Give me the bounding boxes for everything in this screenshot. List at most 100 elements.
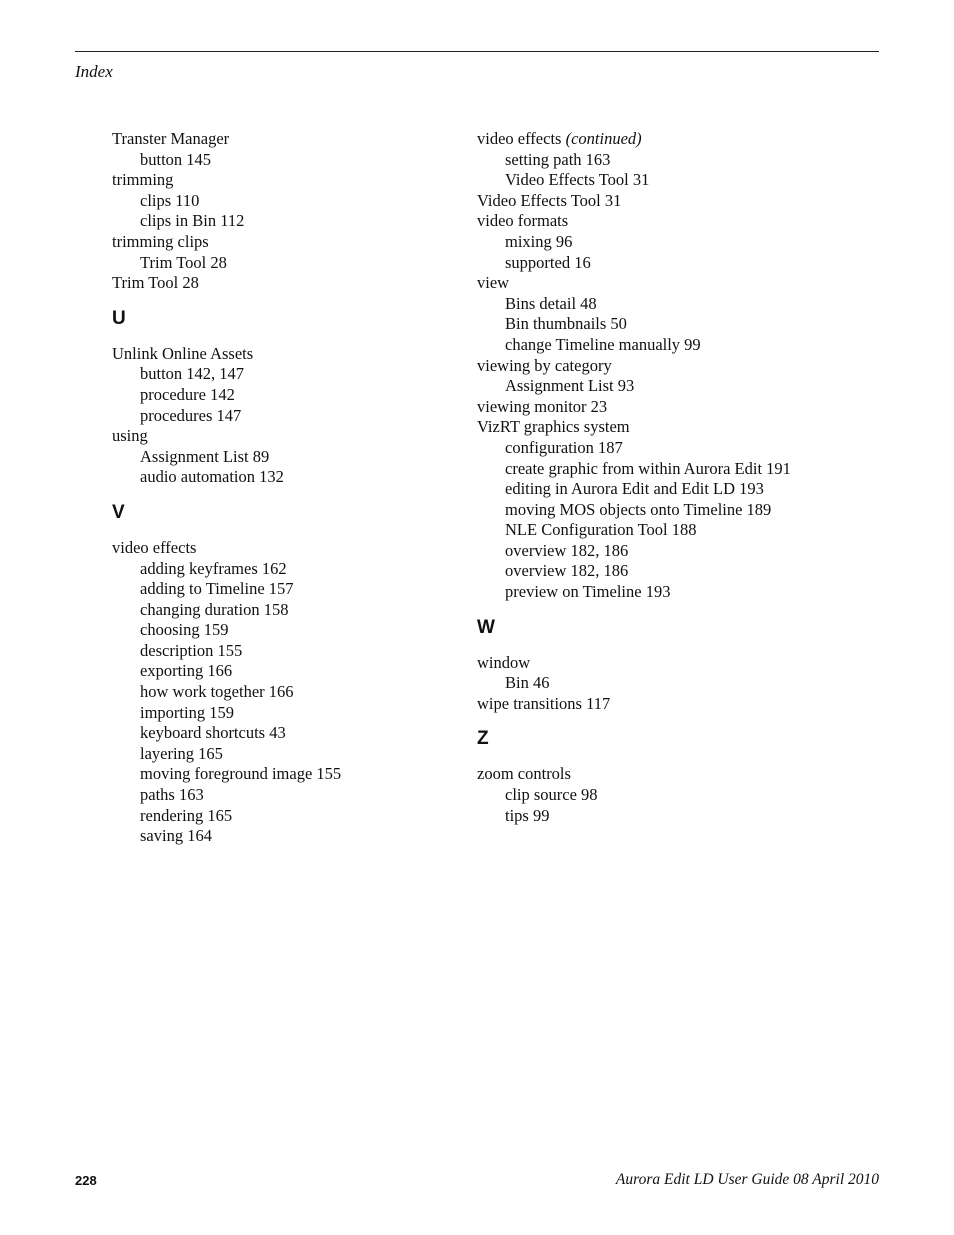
entry-text: clips 110 xyxy=(140,190,200,210)
index-subentry: importing 159 xyxy=(112,703,341,724)
entry-text: overview 182, 186 xyxy=(505,561,629,581)
entry-text: clips in Bin 112 xyxy=(140,211,245,231)
index-subentry: tips 99 xyxy=(477,806,791,827)
index-entry: video effects xyxy=(112,538,341,559)
index-subentry: moving MOS objects onto Timeline 189 xyxy=(477,500,791,521)
index-entry: zoom controls xyxy=(477,764,791,785)
index-subentry: setting path 163 xyxy=(477,150,791,171)
index-subentry: supported 16 xyxy=(477,253,791,274)
entry-text: setting path 163 xyxy=(505,149,611,169)
index-subentry: create graphic from within Aurora Edit 1… xyxy=(477,459,791,480)
index-subentry: button 142, 147 xyxy=(112,364,341,385)
continued-label: (continued) xyxy=(565,129,642,148)
index-section-v: Vvideo effects adding keyframes 162 adding… xyxy=(112,501,342,847)
entry-text: viewing by category xyxy=(477,355,612,375)
index-subentry: Bins detail 48 xyxy=(477,294,791,315)
entry-text: Assignment List 93 xyxy=(505,376,635,396)
index-subentry: Assignment List 93 xyxy=(477,376,791,397)
index-subentry: Bin 46 xyxy=(477,673,791,694)
index-entry: wipe transitions 117 xyxy=(477,694,791,715)
entry-text: Unlink Online Assets xyxy=(112,343,254,363)
index-section-z: Zzoom controls clip source 98 tips 99 xyxy=(477,729,791,826)
entry-text: changing duration 158 xyxy=(140,599,289,619)
entry-text: configuration 187 xyxy=(505,437,623,457)
index-subentry: NLE Configuration Tool 188 xyxy=(477,520,791,541)
entry-text: video effects xyxy=(112,537,197,557)
section-letter-heading: U xyxy=(112,307,126,329)
index-subentry: procedure 142 xyxy=(112,385,341,406)
index-subentry: saving 164 xyxy=(112,826,341,847)
page-number: 228 xyxy=(75,1173,97,1188)
entry-text: using xyxy=(112,426,148,446)
entry-text: rendering 165 xyxy=(140,805,233,825)
header-rule xyxy=(75,51,879,52)
index-subentry: clip source 98 xyxy=(477,785,791,806)
entry-text: saving 164 xyxy=(140,826,212,846)
entry-text: Assignment List 89 xyxy=(140,446,270,466)
entry-text: button 142, 147 xyxy=(140,364,245,384)
entry-text: Video Effects Tool 31 xyxy=(477,190,622,210)
entry-text: supported 16 xyxy=(505,252,591,272)
entry-text: paths 163 xyxy=(140,785,204,805)
entry-text: clip source 98 xyxy=(505,785,598,805)
index-subentry: choosing 159 xyxy=(112,620,341,641)
index-entry: Transter Manager xyxy=(112,129,341,150)
index-subentry: keyboard shortcuts 43 xyxy=(112,723,341,744)
index-subentry: button 145 xyxy=(112,150,341,171)
entry-text: button 145 xyxy=(140,149,212,169)
entry-text: moving MOS objects onto Timeline 189 xyxy=(505,499,772,519)
index-entry: video effects (continued) xyxy=(477,129,791,150)
index-subentry: Video Effects Tool 31 xyxy=(477,170,791,191)
entry-text: exporting 166 xyxy=(140,661,233,681)
index-subentry: layering 165 xyxy=(112,744,341,765)
entry-text: view xyxy=(477,273,510,293)
index-entry: view xyxy=(477,273,791,294)
section-letter-heading: Z xyxy=(477,728,489,750)
index-subentry: adding keyframes 162 xyxy=(112,559,341,580)
entry-text: adding to Timeline 157 xyxy=(140,579,294,599)
index-column-right: video effects (continued) setting path 16… xyxy=(477,129,791,826)
document-title: Aurora Edit LD User Guide 08 April 2010 xyxy=(615,1171,879,1188)
entry-text: keyboard shortcuts 43 xyxy=(140,723,286,743)
index-subentry: changing duration 158 xyxy=(112,600,341,621)
entry-text: procedure 142 xyxy=(140,384,235,404)
entry-text: Trim Tool 28 xyxy=(140,252,227,272)
entry-text: audio automation 132 xyxy=(140,467,284,487)
entry-text: how work together 166 xyxy=(140,682,294,702)
entry-text: importing 159 xyxy=(140,702,234,722)
index-subentry: clips 110 xyxy=(112,191,341,212)
entry-text: Transter Manager xyxy=(112,129,230,148)
entry-text: editing in Aurora Edit and Edit LD 193 xyxy=(505,479,764,499)
index-section-continued: Transter Manager button 145 trimming clips … xyxy=(112,129,341,294)
index-subentry: mixing 96 xyxy=(477,232,791,253)
index-subentry: Bin thumbnails 50 xyxy=(477,314,791,335)
entry-text: moving foreground image 155 xyxy=(140,764,342,784)
index-entry: trimming clips xyxy=(112,232,341,253)
entry-text: change Timeline manually 99 xyxy=(505,334,701,354)
entry-text: trimming clips xyxy=(112,231,209,251)
index-entry: viewing by category xyxy=(477,356,791,377)
section-letter-heading: V xyxy=(112,501,125,523)
entry-text: trimming xyxy=(112,170,174,190)
entry-text: tips 99 xyxy=(505,805,550,825)
entry-text: VizRT graphics system xyxy=(477,417,630,437)
index-subentry: paths 163 xyxy=(112,785,341,806)
index-subentry: overview 182, 186 xyxy=(477,541,791,562)
entry-text: Bins detail 48 xyxy=(505,293,597,313)
entry-text: Video Effects Tool 31 xyxy=(505,170,650,190)
index-subentry: how work together 166 xyxy=(112,682,341,703)
index-subentry: Trim Tool 28 xyxy=(112,253,341,274)
index-column-left: Transter Manager button 145 trimming clips … xyxy=(112,129,341,847)
entry-text: Trim Tool 28 xyxy=(112,273,199,293)
entry-text: video effects xyxy=(477,129,562,148)
index-entry: using xyxy=(112,426,341,447)
entry-text: overview 182, 186 xyxy=(505,540,629,560)
section-letter-heading: W xyxy=(477,616,495,638)
entry-text: mixing 96 xyxy=(505,231,573,251)
entry-text: create graphic from within Aurora Edit 1… xyxy=(505,458,791,478)
index-entry: Unlink Online Assets xyxy=(112,344,341,365)
entry-text: procedures 147 xyxy=(140,405,242,425)
index-subentry: preview on Timeline 193 xyxy=(477,582,791,603)
entry-text: Bin thumbnails 50 xyxy=(505,314,627,334)
entry-text: zoom controls xyxy=(477,764,571,784)
